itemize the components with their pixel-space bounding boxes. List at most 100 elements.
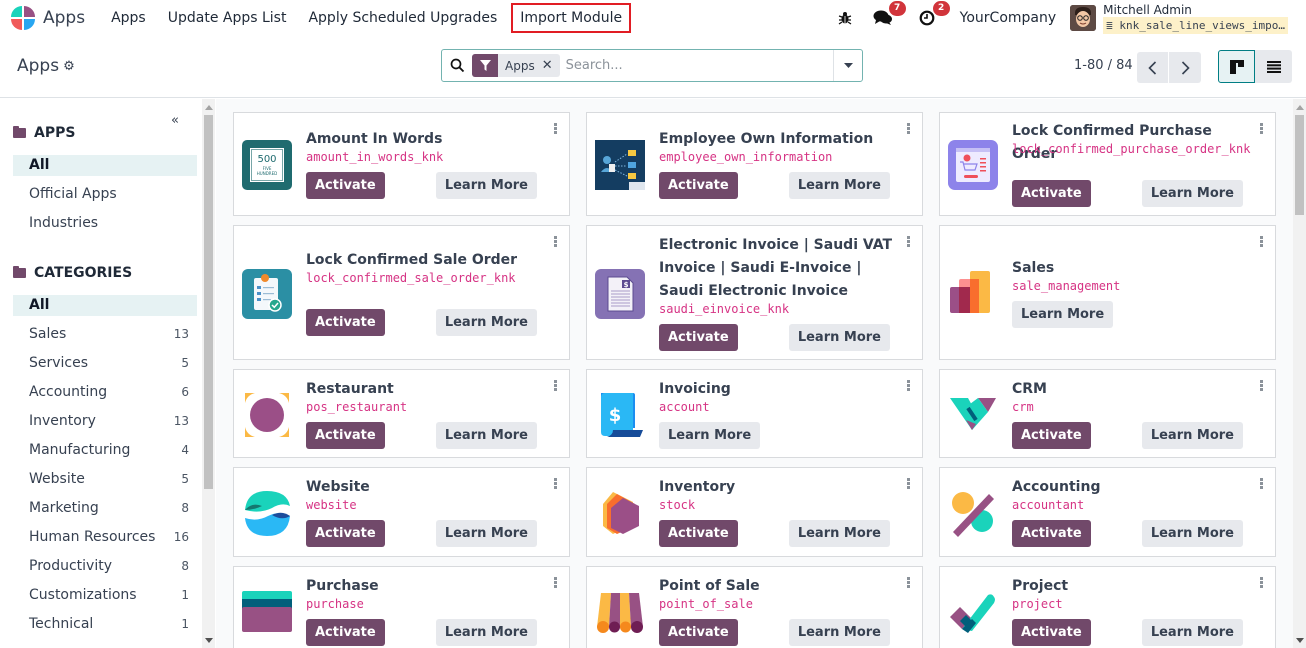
scroll-down-icon[interactable]	[1296, 638, 1304, 643]
activate-button[interactable]: Activate	[1012, 520, 1091, 547]
app-card[interactable]: Sales sale_management Learn More	[939, 225, 1276, 360]
scroll-up-icon[interactable]	[1296, 105, 1304, 110]
pager-value[interactable]: 1-80 / 84	[1074, 58, 1133, 73]
activate-button[interactable]: Activate	[659, 172, 738, 199]
sidebar-category-website[interactable]: Website 5	[13, 469, 197, 490]
activate-button[interactable]: Activate	[1012, 180, 1091, 207]
kebab-menu-icon[interactable]	[1260, 380, 1264, 392]
scroll-up-icon[interactable]	[205, 105, 213, 110]
main-scrollbar[interactable]	[1293, 99, 1306, 648]
pager-previous-button[interactable]	[1137, 52, 1169, 83]
kebab-menu-icon[interactable]	[907, 478, 911, 490]
activate-button[interactable]: Activate	[306, 520, 385, 547]
activate-button[interactable]: Activate	[306, 422, 385, 449]
app-card[interactable]: Lock Confirmed Purchase Order lock_confir…	[939, 112, 1276, 216]
app-card[interactable]: Restaurant pos_restaurant Activate Learn Mo…	[233, 369, 570, 458]
app-card[interactable]: $ Electronic Invoice | Saudi VAT Invoice …	[586, 225, 923, 360]
company-switcher[interactable]: YourCompany	[960, 10, 1057, 26]
sidebar-item-industries[interactable]: Industries	[13, 213, 197, 234]
app-switcher[interactable]: Apps	[10, 5, 85, 31]
learn-more-button[interactable]: Learn More	[788, 520, 890, 547]
app-card[interactable]: Purchase purchase Activate Learn More	[233, 566, 570, 648]
kebab-menu-icon[interactable]	[907, 380, 911, 392]
learn-more-button[interactable]: Learn More	[435, 619, 537, 646]
learn-more-button[interactable]: Learn More	[1141, 619, 1243, 646]
search-icon[interactable]	[442, 58, 472, 73]
sidebar-category-technical[interactable]: Technical 1	[13, 614, 197, 635]
sidebar-scroll-thumb[interactable]	[204, 115, 213, 489]
sidebar-category-accounting[interactable]: Accounting 6	[13, 382, 197, 403]
sidebar-category-customizations[interactable]: Customizations 1	[13, 585, 197, 606]
collapse-sidebar-icon[interactable]: «	[171, 113, 179, 128]
kebab-menu-icon[interactable]	[554, 577, 558, 589]
search-options-toggle[interactable]	[833, 50, 862, 81]
list-view-button[interactable]	[1255, 50, 1292, 83]
learn-more-button[interactable]: Learn More	[435, 172, 537, 199]
menu-apply-scheduled-upgrades[interactable]: Apply Scheduled Upgrades	[297, 3, 508, 33]
kebab-menu-icon[interactable]	[554, 478, 558, 490]
search-input[interactable]	[559, 58, 833, 73]
sidebar-category-productivity[interactable]: Productivity 8	[13, 556, 197, 577]
activate-button[interactable]: Activate	[306, 172, 385, 199]
learn-more-button[interactable]: Learn More	[435, 309, 537, 336]
kebab-menu-icon[interactable]	[1260, 478, 1264, 490]
menu-update-apps-list[interactable]: Update Apps List	[157, 3, 298, 33]
pager-next-button[interactable]	[1169, 52, 1201, 83]
debug-button[interactable]	[834, 7, 856, 29]
learn-more-button[interactable]: Learn More	[435, 422, 537, 449]
sidebar-scrollbar[interactable]	[202, 99, 215, 648]
activate-button[interactable]: Activate	[306, 619, 385, 646]
activate-button[interactable]: Activate	[1012, 422, 1091, 449]
learn-more-button[interactable]: Learn More	[659, 422, 761, 449]
learn-more-button[interactable]: Learn More	[1141, 180, 1243, 207]
learn-more-button[interactable]: Learn More	[435, 520, 537, 547]
sidebar-category-human-resources[interactable]: Human Resources 16	[13, 527, 197, 548]
learn-more-button[interactable]: Learn More	[1141, 422, 1243, 449]
kebab-menu-icon[interactable]	[907, 123, 911, 135]
sidebar-item-all-apps[interactable]: All	[13, 155, 197, 176]
activate-button[interactable]: Activate	[659, 520, 738, 547]
scroll-down-icon[interactable]	[205, 638, 213, 643]
learn-more-button[interactable]: Learn More	[1012, 301, 1114, 328]
kebab-menu-icon[interactable]	[907, 236, 911, 248]
kanban-view-button[interactable]	[1218, 50, 1255, 83]
sidebar-category-manufacturing[interactable]: Manufacturing 4	[13, 440, 197, 461]
app-card[interactable]: Website website Activate Learn More	[233, 467, 570, 557]
kebab-menu-icon[interactable]	[1260, 577, 1264, 589]
menu-apps[interactable]: Apps	[100, 3, 157, 33]
app-card[interactable]: Inventory stock Activate Learn More	[586, 467, 923, 557]
facet-remove-icon[interactable]: ✕	[542, 58, 560, 73]
app-card[interactable]: $ Invoicing account Learn More	[586, 369, 923, 458]
learn-more-button[interactable]: Learn More	[788, 172, 890, 199]
kebab-menu-icon[interactable]	[554, 123, 558, 135]
main-scroll-thumb[interactable]	[1295, 115, 1304, 215]
learn-more-button[interactable]: Learn More	[1141, 520, 1243, 547]
sidebar-category-inventory[interactable]: Inventory 13	[13, 411, 197, 432]
learn-more-button[interactable]: Learn More	[788, 324, 890, 351]
sidebar-item-official-apps[interactable]: Official Apps	[13, 184, 197, 205]
app-card[interactable]: Accounting accountant Activate Learn More	[939, 467, 1276, 557]
kebab-menu-icon[interactable]	[1260, 236, 1264, 248]
app-card[interactable]: Employee Own Information employee_own_inf…	[586, 112, 923, 216]
app-card[interactable]: Project project Activate Learn More	[939, 566, 1276, 648]
app-card[interactable]: CRM crm Activate Learn More	[939, 369, 1276, 458]
menu-import-module[interactable]: Import Module	[511, 3, 632, 33]
activities-button[interactable]: 2	[916, 1, 950, 29]
user-avatar[interactable]	[1070, 5, 1097, 31]
activate-button[interactable]: Activate	[659, 324, 738, 351]
sidebar-category-services[interactable]: Services 5	[13, 353, 197, 374]
app-card[interactable]: Point of Sale point_of_sale Activate Learn …	[586, 566, 923, 648]
sidebar-category-all[interactable]: All	[13, 295, 197, 316]
messages-button[interactable]: 7	[872, 1, 906, 29]
kebab-menu-icon[interactable]	[907, 577, 911, 589]
app-card[interactable]: Lock Confirmed Sale Order lock_confirmed_…	[233, 225, 570, 360]
sidebar-category-marketing[interactable]: Marketing 8	[13, 498, 197, 519]
app-card[interactable]: 500 FIVE HUNDRED Amount In Words amount_in_w…	[233, 112, 570, 216]
gear-icon[interactable]: ⚙	[63, 59, 75, 74]
learn-more-button[interactable]: Learn More	[788, 619, 890, 646]
kebab-menu-icon[interactable]	[554, 236, 558, 248]
user-menu[interactable]: Mitchell Admin ≣ knk_sale_line_views_imp…	[1103, 3, 1288, 34]
activate-button[interactable]: Activate	[306, 309, 385, 336]
activate-button[interactable]: Activate	[1012, 619, 1091, 646]
kebab-menu-icon[interactable]	[1260, 123, 1264, 135]
